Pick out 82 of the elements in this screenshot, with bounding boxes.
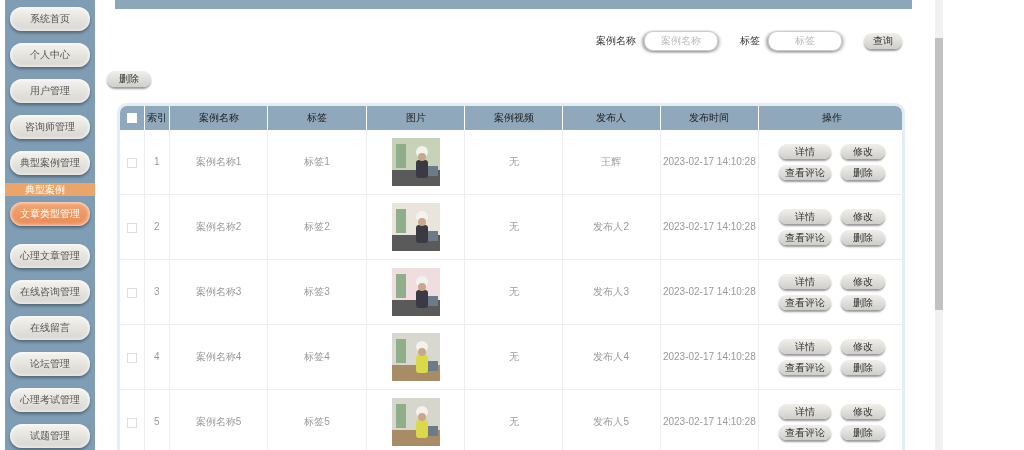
checkbox[interactable] — [126, 222, 137, 233]
table-cell: 2023-02-17 14:10:28 — [662, 221, 756, 233]
action-button[interactable]: 修改 — [840, 338, 885, 354]
scrollbar-thumb[interactable] — [935, 38, 943, 310]
table-cell: 案例名称5 — [195, 415, 242, 427]
action-button[interactable]: 删除 — [840, 164, 885, 180]
action-button[interactable]: 查看评论 — [778, 359, 831, 375]
action-button[interactable]: 查看评论 — [778, 229, 831, 245]
table-cell: 无 — [508, 155, 519, 167]
menu-button[interactable]: 个人中心 — [10, 43, 90, 67]
menu-button[interactable]: 心理考试管理 — [10, 388, 90, 412]
table-cell: 案例名称2 — [195, 220, 242, 232]
column-header: 发布时间 — [689, 111, 730, 123]
action-button[interactable]: 删除 — [840, 359, 885, 375]
table-cell: 2023-02-17 14:10:28 — [662, 286, 756, 298]
action-button[interactable]: 查看评论 — [778, 294, 831, 310]
action-button[interactable]: 详情 — [778, 403, 831, 419]
action-button[interactable]: 修改 — [840, 273, 885, 289]
checkbox[interactable] — [126, 352, 137, 363]
query-button[interactable]: 查询 — [864, 32, 902, 49]
menu-button[interactable]: 在线留言 — [10, 316, 90, 340]
table-cell: 案例名称3 — [195, 285, 242, 297]
action-button[interactable]: 修改 — [840, 208, 885, 224]
action-button[interactable]: 删除 — [840, 294, 885, 310]
action-button[interactable]: 查看评论 — [778, 164, 831, 180]
action-button[interactable]: 删除 — [840, 229, 885, 245]
checkbox[interactable] — [126, 417, 137, 428]
search-field[interactable]: 案例名称 — [644, 30, 718, 51]
table-cell: 发布人5 — [593, 415, 630, 427]
menu-button[interactable]: 论坛管理 — [10, 352, 90, 376]
field-label: 标签 — [740, 33, 760, 48]
delete-button[interactable]: 删除 — [107, 70, 151, 87]
menu-button[interactable]: 心理文章管理 — [10, 244, 90, 268]
menu-button[interactable]: 咨询师管理 — [10, 115, 90, 139]
scrollbar[interactable] — [935, 0, 943, 450]
table-cell: 2 — [153, 221, 160, 233]
action-button[interactable]: 详情 — [778, 273, 831, 289]
menu-button[interactable]: 试题管理 — [10, 424, 90, 448]
table-cell: 案例名称4 — [195, 350, 242, 362]
table-cell: 王辉 — [601, 155, 622, 167]
checkbox[interactable] — [126, 157, 137, 168]
table-cell: 案例名称1 — [195, 155, 242, 167]
field-label: 案例名称 — [596, 33, 636, 48]
table-cell: 2023-02-17 14:10:28 — [662, 416, 756, 428]
table-cell: 无 — [508, 415, 519, 427]
column-header: 标签 — [307, 111, 328, 123]
column-header: 图片 — [405, 111, 426, 123]
table-cell: 2023-02-17 14:10:28 — [662, 156, 756, 168]
menu-button[interactable]: 在线咨询管理 — [10, 280, 90, 304]
action-button[interactable]: 查看评论 — [778, 424, 831, 440]
menu-button[interactable]: 系统首页 — [10, 7, 90, 31]
menu-button[interactable]: 用户管理 — [10, 79, 90, 103]
column-header: 案例名称 — [198, 111, 239, 123]
table-cell: 发布人4 — [593, 350, 630, 362]
table-cell: 发布人2 — [593, 220, 630, 232]
table-cell: 无 — [508, 350, 519, 362]
table-cell: 标签1 — [304, 155, 330, 167]
menu-section-title: 典型案例 — [25, 183, 65, 196]
column-header: 操作 — [821, 111, 842, 123]
table-cell: 5 — [153, 416, 160, 428]
column-header: 索引 — [146, 111, 167, 123]
action-button[interactable]: 修改 — [840, 143, 885, 159]
action-button[interactable]: 详情 — [778, 338, 831, 354]
column-header: 发布人 — [596, 111, 627, 123]
table-cell: 1 — [153, 156, 160, 168]
table-cell: 2023-02-17 14:10:28 — [662, 351, 756, 363]
action-button[interactable]: 删除 — [840, 424, 885, 440]
table-cell: 标签2 — [304, 220, 330, 232]
table-cell: 无 — [508, 220, 519, 232]
table-cell: 4 — [153, 351, 160, 363]
action-button[interactable]: 详情 — [778, 143, 831, 159]
table-cell: 发布人3 — [593, 285, 630, 297]
table-cell: 3 — [153, 286, 160, 298]
table-cell: 标签5 — [304, 415, 330, 427]
menu-button[interactable]: 典型案例管理 — [10, 151, 90, 175]
table-cell: 标签3 — [304, 285, 330, 297]
table-cell: 标签4 — [304, 350, 330, 362]
action-button[interactable]: 详情 — [778, 208, 831, 224]
table-cell: 无 — [508, 285, 519, 297]
action-button[interactable]: 修改 — [840, 403, 885, 419]
checkbox[interactable] — [126, 287, 137, 298]
column-header: 案例视频 — [493, 111, 534, 123]
